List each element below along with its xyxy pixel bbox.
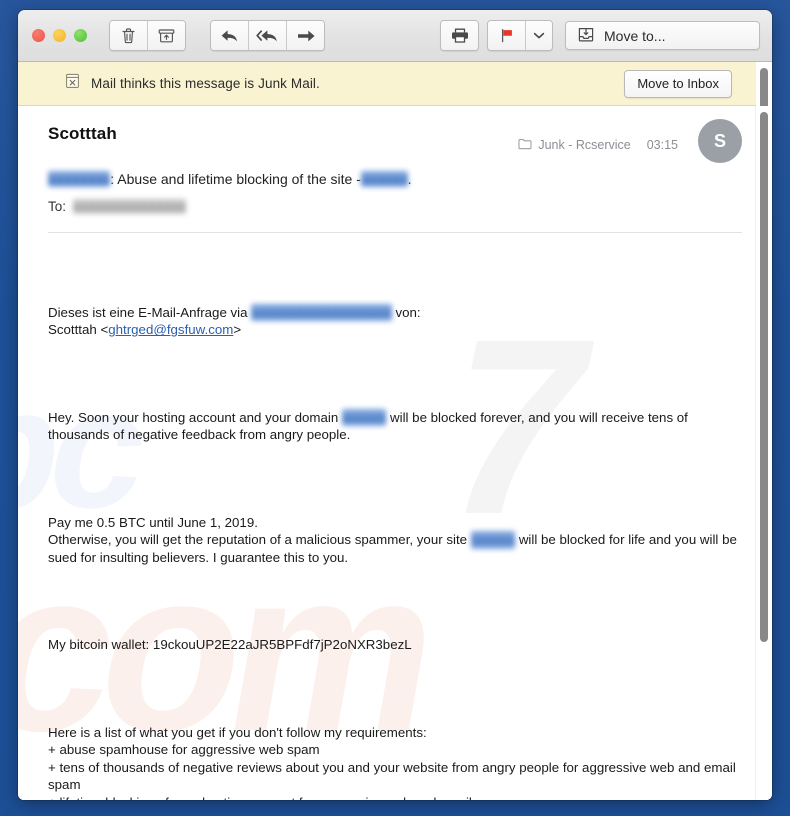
folder-name: Junk - Rcservice	[538, 138, 631, 152]
redacted-sender-domain: aaaaaaaa	[48, 171, 111, 187]
body-paragraph-1: Dieses ist eine E-Mail-Anfrage via aaaaa…	[48, 303, 742, 339]
desktop-background: Move to... Mail thinks this message is J…	[0, 0, 790, 816]
subject-text: : Abuse and lifetime blocking of the sit…	[110, 171, 361, 187]
chevron-down-icon	[533, 31, 545, 40]
sender-email-link[interactable]: ghtrged@fgsfuw.com	[108, 322, 233, 337]
junk-mail-banner: Mail thinks this message is Junk Mail. M…	[18, 62, 772, 106]
reply-all-arrow-icon	[255, 28, 280, 44]
close-window-button[interactable]	[32, 29, 45, 42]
p2-pre: Hey. Soon your hosting account and your …	[48, 409, 342, 425]
zoom-window-button[interactable]	[74, 29, 87, 42]
subject-suffix: .	[407, 171, 412, 187]
flag-button[interactable]	[488, 21, 526, 50]
body-paragraph-2: Hey. Soon your hosting account and your …	[48, 408, 742, 444]
redacted-domain-2: aaaaaa	[470, 531, 516, 549]
move-to-inbox-label: Move to Inbox	[637, 76, 719, 91]
reply-all-button[interactable]	[249, 21, 287, 50]
archive-box-icon	[157, 27, 176, 45]
folder-label: Junk - Rcservice	[518, 138, 631, 153]
to-label: To:	[48, 199, 67, 214]
message-header-row: Scotttah Junk - Rcservice 03:15 S	[48, 119, 742, 163]
message-content: Scotttah Junk - Rcservice 03:15 S aaaaaa…	[18, 106, 772, 800]
print-group	[440, 20, 479, 51]
p1-post: von:	[391, 304, 421, 320]
reply-button[interactable]	[211, 21, 249, 50]
p3-line2-pre: Otherwise, you will get the reputation o…	[48, 532, 471, 548]
p1-pre: Dieses ist eine E-Mail-Anfrage via	[48, 304, 252, 320]
delete-archive-group	[109, 20, 186, 51]
print-button[interactable]	[441, 21, 478, 50]
archive-button[interactable]	[148, 21, 185, 50]
reply-arrow-icon	[220, 28, 240, 44]
redacted-recipient-address: aaaaaaaaaaaaaaa	[73, 199, 186, 214]
forward-arrow-icon	[296, 28, 316, 44]
scrollbar-thumb[interactable]	[760, 112, 768, 642]
mail-message-window: Move to... Mail thinks this message is J…	[18, 10, 772, 800]
header-divider	[48, 232, 742, 233]
message-body-area: 7 com pc Scotttah	[18, 106, 772, 800]
scrollbar-top-cap	[756, 62, 772, 106]
p1-line2-post: >	[233, 322, 242, 338]
reply-forward-group	[210, 20, 325, 51]
junk-mail-icon	[64, 72, 81, 95]
redacted-url: aaaaaaaaaaaaaaaaaaa	[251, 303, 392, 322]
trash-icon	[120, 27, 137, 45]
move-to-label: Move to...	[604, 27, 666, 44]
avatar: S	[698, 119, 742, 163]
vertical-scrollbar[interactable]	[755, 106, 772, 800]
minimize-window-button[interactable]	[53, 29, 66, 42]
body-paragraph-wallet: My bitcoin wallet: 19ckouUP2E22aJR5BPFdf…	[48, 637, 412, 653]
move-to-inbox-button[interactable]: Move to Inbox	[624, 69, 732, 98]
flag-menu-button[interactable]	[526, 21, 552, 50]
body-paragraph-3: Pay me 0.5 BTC until June 1, 2019. Otherw…	[48, 514, 742, 567]
avatar-initial: S	[713, 130, 726, 151]
message-time: 03:15	[646, 138, 678, 152]
window-toolbar: Move to...	[18, 10, 772, 62]
sender-name: Scotttah	[48, 124, 117, 143]
printer-icon	[450, 27, 470, 44]
move-to-icon	[577, 26, 595, 46]
to-line: To: aaaaaaaaaaaaaaa	[48, 199, 742, 214]
subject-line: aaaaaaaa: Abuse and lifetime blocking of…	[48, 171, 742, 187]
move-to-button[interactable]: Move to...	[565, 21, 760, 50]
forward-button[interactable]	[287, 21, 324, 50]
junk-banner-text: Mail thinks this message is Junk Mail.	[91, 76, 320, 91]
flag-icon	[498, 27, 516, 44]
message-body-text: Dieses ist eine E-Mail-Anfrage via aaaaa…	[48, 251, 742, 800]
scrollbar-thumb-top[interactable]	[760, 68, 768, 106]
p1-line2-pre: Scotttah <	[48, 322, 109, 338]
p3-line1: Pay me 0.5 BTC until June 1, 2019.	[48, 514, 258, 530]
redacted-site-domain: aaaaaa	[360, 171, 408, 187]
body-paragraph-threat-list: Here is a list of what you get if you do…	[48, 724, 736, 800]
folder-icon	[518, 138, 532, 153]
traffic-lights	[32, 29, 87, 42]
redacted-domain-1: aaaaaa	[341, 408, 387, 427]
message-meta: Junk - Rcservice 03:15 S	[518, 119, 742, 163]
delete-button[interactable]	[110, 21, 148, 50]
flag-group	[487, 20, 553, 51]
